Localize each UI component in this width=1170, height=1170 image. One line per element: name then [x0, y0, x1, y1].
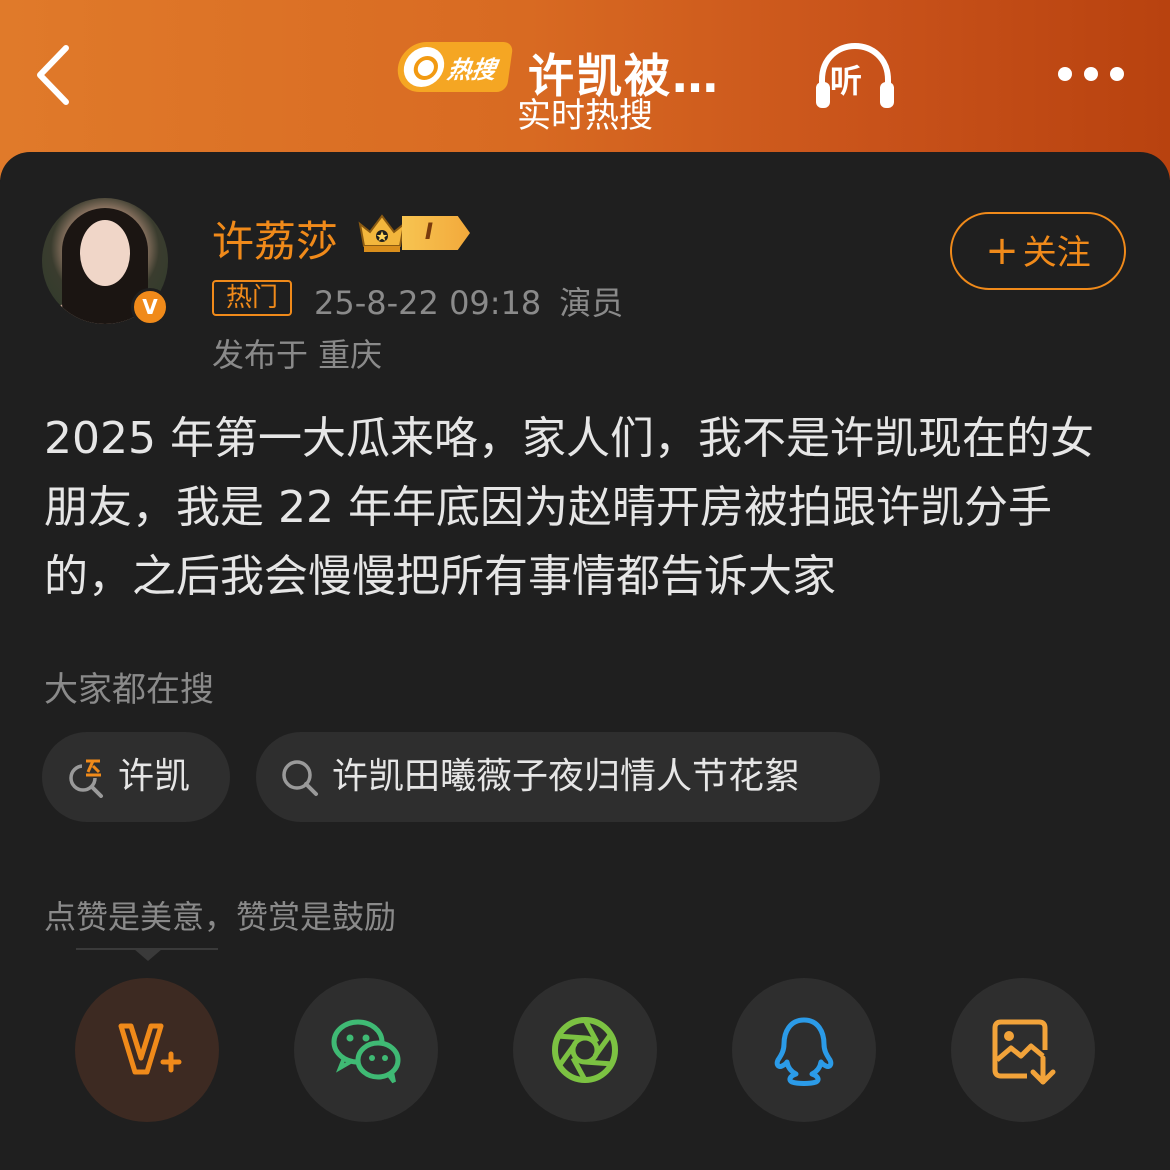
trending-search-label: 大家都在搜: [44, 670, 214, 710]
search-icon: [282, 760, 318, 796]
screen: 热搜 许凯被… 实时热搜 听 V 许荔莎 I + 关注 热门 25-8-22 0…: [0, 0, 1170, 1170]
search-chip-text: 许凯: [118, 756, 191, 797]
more-dot: [1084, 67, 1098, 81]
reward-text: 点赞是美意，赞赏是鼓励: [44, 898, 397, 936]
wechat-share-button[interactable]: [294, 978, 438, 1122]
author-name[interactable]: 许荔莎: [212, 208, 338, 269]
hot-search-badge[interactable]: 热搜: [394, 42, 514, 92]
search-chip-text: 许凯田曦薇子夜归情人节花絮: [332, 756, 801, 797]
save-image-icon: [992, 1019, 1056, 1085]
post-location: 发布于 重庆: [212, 336, 383, 374]
search-chip-hot[interactable]: 许凯: [42, 732, 230, 822]
page-subtitle: 实时热搜: [517, 96, 653, 136]
post-timestamp: 25-8-22 09:18: [314, 284, 542, 322]
reward-pointer: [134, 949, 162, 961]
follow-button[interactable]: + 关注: [950, 212, 1126, 290]
moments-share-button[interactable]: [513, 978, 657, 1122]
listen-label: 听: [830, 62, 863, 100]
moments-icon: [552, 1017, 618, 1083]
qq-icon: [774, 1017, 834, 1086]
hot-search-icon: [69, 758, 104, 798]
post-card: V 许荔莎 I + 关注 热门 25-8-22 09:18 演员 发布于 重庆 20…: [0, 152, 1170, 1170]
vplus-button[interactable]: [75, 978, 219, 1122]
plus-icon: +: [985, 228, 1019, 274]
search-chip[interactable]: 许凯田曦薇子夜归情人节花絮: [256, 732, 880, 822]
more-dot: [1110, 67, 1124, 81]
listen-button[interactable]: 听: [812, 40, 898, 110]
avatar-face: [80, 220, 130, 286]
crown-icon: [358, 214, 406, 252]
hot-search-badge-label: 热搜: [445, 56, 498, 84]
qq-share-button[interactable]: [732, 978, 876, 1122]
header-title-area: 热搜 许凯被… 实时热搜: [0, 20, 1170, 140]
post-meta: 25-8-22 09:18 演员: [314, 278, 623, 324]
author-role: 演员: [559, 284, 624, 322]
level-badge: I: [402, 216, 470, 250]
wechat-icon: [331, 1019, 401, 1084]
search-glass-icon: [401, 47, 447, 87]
follow-label: 关注: [1022, 233, 1091, 273]
hot-tag: 热门: [212, 280, 292, 316]
save-image-button[interactable]: [951, 978, 1095, 1122]
post-content: 2025 年第一大瓜来咯，家人们，我不是许凯现在的女朋友，我是 22 年年底因为…: [44, 413, 1094, 602]
vplus-icon: [118, 1023, 182, 1075]
verified-badge: V: [131, 288, 169, 326]
more-dot: [1058, 67, 1072, 81]
more-button[interactable]: [1058, 62, 1130, 86]
